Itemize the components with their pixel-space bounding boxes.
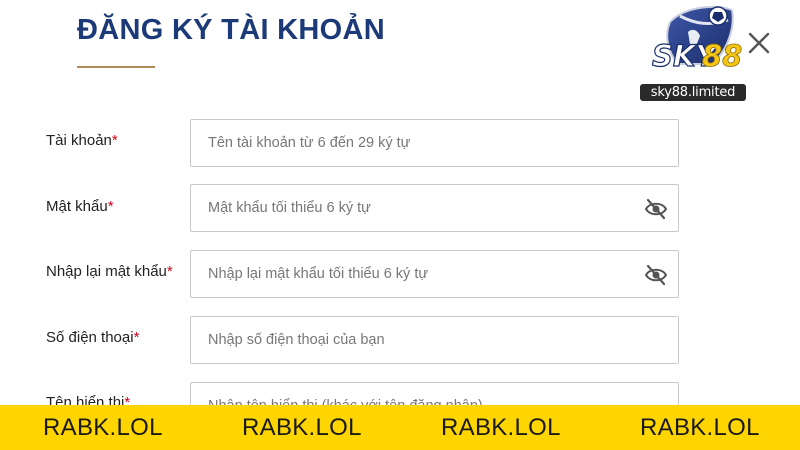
confirm-password-label: Nhập lại mật khẩu* — [46, 263, 173, 280]
confirm-password-field-box — [190, 250, 679, 298]
phone-input[interactable] — [191, 317, 678, 363]
title-underline — [77, 66, 155, 68]
watermark-text: RABK.LOL — [242, 414, 362, 441]
eye-slash-icon[interactable] — [644, 198, 668, 220]
form-row-password: Mật khẩu* — [0, 184, 800, 234]
watermark-text: RABK.LOL — [441, 414, 561, 441]
form-row-confirm-password: Nhập lại mật khẩu* — [0, 250, 800, 300]
password-input[interactable] — [191, 185, 678, 231]
phone-field-box — [190, 316, 679, 364]
logo-caption: sky88.limited — [640, 84, 746, 101]
password-label: Mật khẩu* — [46, 198, 114, 215]
confirm-password-input[interactable] — [191, 251, 678, 297]
required-mark: * — [166, 263, 173, 280]
form-row-phone: Số điện thoại* — [0, 316, 800, 366]
username-label: Tài khoản* — [46, 132, 118, 149]
watermark-text: RABK.LOL — [640, 414, 760, 441]
page-title: ĐĂNG KÝ TÀI KHOẢN — [77, 14, 385, 46]
watermark-text: RABK.LOL — [43, 414, 163, 441]
close-icon[interactable] — [746, 30, 772, 56]
eye-slash-icon[interactable] — [644, 264, 668, 286]
username-field-box — [190, 119, 679, 167]
form-row-username: Tài khoản* — [0, 118, 800, 168]
password-field-box — [190, 184, 679, 232]
phone-label: Số điện thoại* — [46, 329, 140, 346]
watermark-banner: RABK.LOL RABK.LOL RABK.LOL RABK.LOL — [0, 405, 800, 450]
svg-text:88: 88 — [702, 39, 742, 73]
required-mark: * — [111, 132, 118, 149]
username-input[interactable] — [191, 120, 678, 166]
required-mark: * — [107, 198, 114, 215]
required-mark: * — [133, 329, 140, 346]
